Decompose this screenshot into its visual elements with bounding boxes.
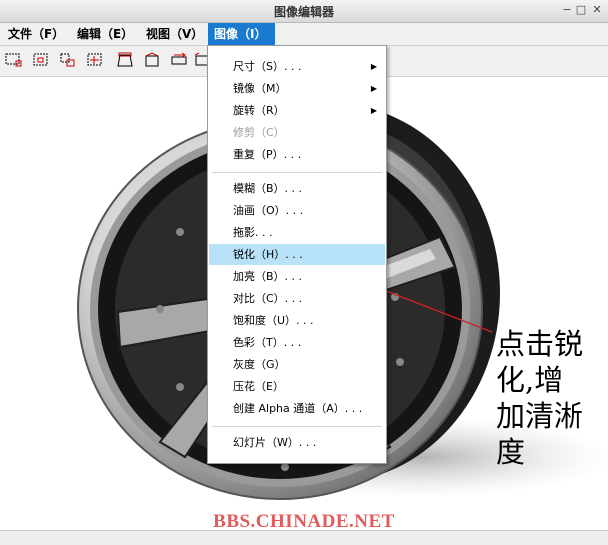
menu-item-emboss[interactable]: 压花（E）: [209, 376, 385, 397]
menu-item-alpha-channel[interactable]: 创建 Alpha 通道（A）. . .: [209, 398, 385, 419]
menu-item-trim: 修剪（C）: [233, 126, 285, 139]
menu-separator: [212, 426, 382, 427]
menu-item-size[interactable]: 尺寸（S）. . . ▶: [209, 56, 385, 77]
menu-item-saturation[interactable]: 饱和度（U）. . .: [209, 310, 385, 331]
menu-item-grayscale[interactable]: 灰度（G）: [209, 354, 385, 375]
submenu-arrow-icon: ▶: [370, 106, 377, 115]
image-menu-dropdown: 尺寸（S）. . . ▶ 镜像（M） ▶ 旋转（R） ▶ 修剪（C） 重复（P）. .…: [207, 45, 387, 464]
annotation-line: 加清淅: [496, 399, 584, 433]
menu-image[interactable]: 图像（I）: [208, 23, 275, 45]
menu-item-brighten[interactable]: 加亮（B）. . .: [209, 266, 385, 287]
annotation-line: 度: [496, 435, 526, 469]
menu-item-repeat[interactable]: 重复（P）. . .: [209, 144, 385, 165]
close-button[interactable]: ✕: [590, 3, 604, 17]
shape-pentagon-icon[interactable]: [143, 52, 161, 68]
menu-item-oil-paint[interactable]: 油画（O）. . .: [209, 200, 385, 221]
menu-bar: 文件（F） 编辑（E） 视图（V） 图像（I）: [0, 23, 608, 46]
menu-item-contrast[interactable]: 对比（C）. . .: [209, 288, 385, 309]
maximize-button[interactable]: □: [574, 3, 588, 17]
shape-trapezoid-icon[interactable]: [116, 52, 134, 68]
menu-view[interactable]: 视图（V）: [140, 23, 209, 45]
crop-rect-icon[interactable]: [32, 52, 50, 68]
menu-separator: [212, 172, 382, 173]
crop-center-icon[interactable]: [86, 52, 104, 68]
menu-item-mirror[interactable]: 镜像（M） ▶: [209, 78, 385, 99]
menu-edit[interactable]: 编辑（E）: [71, 23, 139, 45]
annotation-line: 化,增: [496, 363, 564, 397]
annotation-callout: 点击锐 化,增 加清淅 度: [496, 326, 604, 470]
crop-corner-icon[interactable]: [59, 52, 77, 68]
menu-item-sharpen[interactable]: 锐化（H）. . .: [209, 244, 385, 265]
menu-item-color[interactable]: 色彩（T）. . .: [209, 332, 385, 353]
menu-item-rotate[interactable]: 旋转（R） ▶: [209, 100, 385, 121]
window-title: 图像编辑器: [273, 5, 334, 19]
menu-item-motion-blur[interactable]: 拖影. . .: [209, 222, 385, 243]
menu-item-slideshow[interactable]: 幻灯片（W）. . .: [209, 432, 385, 453]
title-bar: 图像编辑器 − □ ✕: [0, 0, 608, 23]
submenu-arrow-icon: ▶: [370, 62, 377, 71]
horizontal-scrollbar[interactable]: [0, 530, 608, 545]
select-rect-icon[interactable]: [5, 52, 23, 68]
menu-item-blur[interactable]: 模糊（B）. . .: [209, 178, 385, 199]
annotation-line: 点击锐: [496, 327, 584, 361]
minimize-button[interactable]: −: [560, 3, 574, 17]
submenu-arrow-icon: ▶: [370, 84, 377, 93]
menu-file[interactable]: 文件（F）: [2, 23, 70, 45]
shape-flip-icon[interactable]: [170, 52, 188, 68]
